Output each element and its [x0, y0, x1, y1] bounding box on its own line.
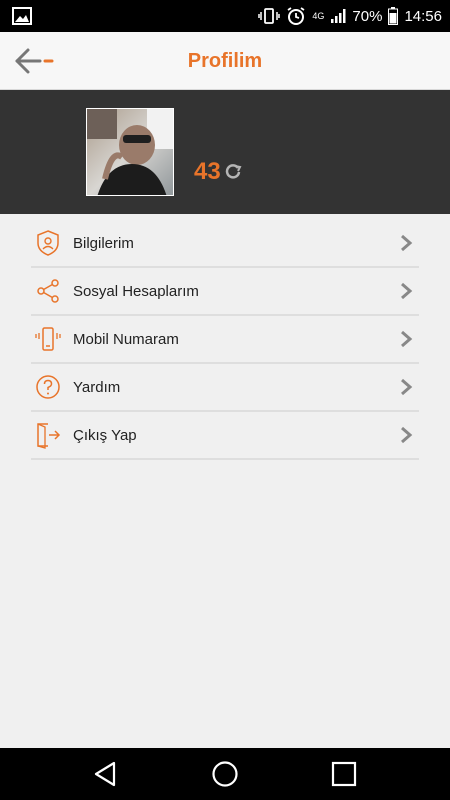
- menu-item-label: Yardım: [73, 378, 121, 396]
- circle-home-icon: [212, 761, 238, 787]
- nav-recents-button[interactable]: [330, 760, 358, 788]
- share-icon: [33, 276, 63, 306]
- menu-item-sosyal-hesaplarim[interactable]: Sosyal Hesaplarım: [31, 268, 419, 316]
- gallery-icon: [12, 7, 32, 25]
- chevron-right-icon: [399, 426, 413, 444]
- menu-item-label: Çıkış Yap: [73, 426, 137, 444]
- signal-icon: [330, 8, 346, 24]
- menu-item-label: Bilgilerim: [73, 234, 134, 252]
- score-value: 43: [194, 158, 221, 185]
- network-label: 4G: [312, 10, 325, 21]
- chevron-right-icon: [399, 378, 413, 396]
- logout-icon: [33, 420, 63, 450]
- chevron-right-icon: [399, 234, 413, 252]
- menu-item-label: Sosyal Hesaplarım: [73, 282, 199, 300]
- triangle-back-icon: [94, 761, 116, 787]
- alarm-icon: [286, 6, 306, 26]
- battery-icon: [388, 7, 399, 25]
- vibrate-icon: [258, 7, 281, 25]
- user-shield-icon: [33, 228, 63, 258]
- profile-header: 43: [0, 90, 450, 214]
- menu-item-label: Mobil Numaram: [73, 330, 179, 348]
- avatar[interactable]: [86, 108, 174, 196]
- system-nav-bar: [0, 748, 450, 800]
- nav-home-button[interactable]: [211, 760, 239, 788]
- refresh-icon[interactable]: [224, 162, 242, 180]
- help-icon: [33, 372, 63, 402]
- menu-item-cikis-yap[interactable]: Çıkış Yap: [31, 412, 419, 460]
- chevron-right-icon: [399, 330, 413, 348]
- menu-item-mobil-numaram[interactable]: Mobil Numaram: [31, 316, 419, 364]
- battery-percent: 70%: [352, 7, 383, 25]
- profile-menu: Bilgilerim Sosyal Hesaplarım Mobil Numar…: [31, 220, 419, 460]
- menu-item-yardim[interactable]: Yardım: [31, 364, 419, 412]
- page-title: Profilim: [187, 50, 263, 72]
- square-recents-icon: [331, 761, 357, 787]
- status-bar: 4G 70% 14:56: [0, 0, 450, 32]
- nav-back-button[interactable]: [92, 760, 120, 788]
- app-bar: Profilim: [0, 32, 450, 90]
- clock: 14:56: [404, 7, 442, 25]
- phone-icon: [33, 324, 63, 354]
- menu-item-bilgilerim[interactable]: Bilgilerim: [31, 220, 419, 268]
- chevron-right-icon: [399, 282, 413, 300]
